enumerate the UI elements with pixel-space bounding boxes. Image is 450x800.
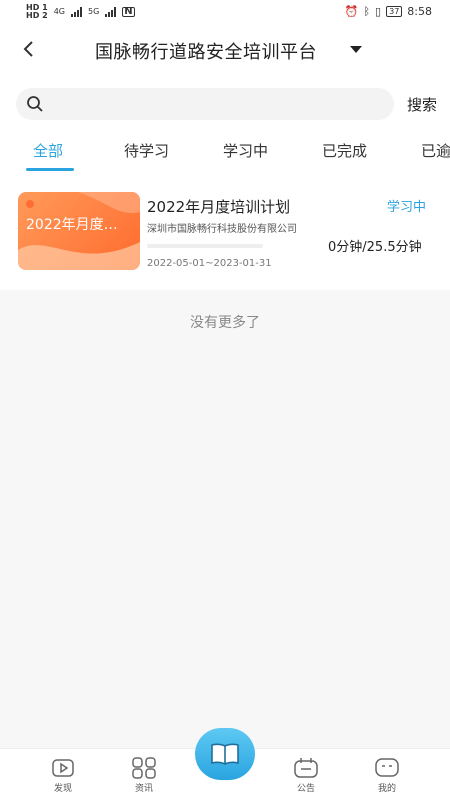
course-card[interactable]: 2022年月度… 2022年月度培训计划 学习中 深圳市国脉畅行科技股份有限公司…: [0, 178, 450, 290]
bluetooth-icon: ᛒ: [363, 5, 371, 18]
search-bar: 搜索: [0, 76, 450, 130]
status-time: 8:58: [407, 5, 432, 18]
network-4g-label: 4G: [53, 7, 65, 16]
course-title[interactable]: 2022年月度培训计划: [147, 196, 290, 217]
signal-1-icon: [70, 7, 82, 17]
tab-completed[interactable]: 已完成: [322, 140, 367, 161]
course-date-range: 2022-05-01~2023-01-31: [147, 258, 272, 269]
filter-tabs: 全部 待学习 学习中 已完成 已逾: [0, 130, 450, 178]
profile-icon: [375, 758, 399, 777]
search-box[interactable]: [16, 88, 394, 120]
nav-label-profile: 我的: [377, 784, 396, 794]
tab-to-learn[interactable]: 待学习: [124, 140, 169, 161]
search-button[interactable]: 搜索: [407, 94, 437, 115]
nav-item-news[interactable]: 资讯: [114, 757, 174, 794]
nav-item-discover[interactable]: 发现: [33, 757, 93, 794]
status-bar: HD 1 HD 2 4G 5G N ⏰ ᛒ ▯ 37 8:58: [0, 0, 450, 26]
active-tab-indicator: [26, 168, 74, 171]
book-icon: [211, 743, 239, 765]
nav-label-notice: 公告: [296, 784, 315, 794]
nfc-icon: N: [122, 6, 135, 17]
network-5g-label: 5G: [87, 7, 100, 16]
back-arrow-icon[interactable]: [18, 38, 40, 60]
course-study-time: 0分钟/25.5分钟: [328, 240, 422, 255]
tab-all[interactable]: 全部: [33, 140, 63, 161]
list-end-message: 没有更多了: [190, 315, 260, 331]
notice-icon: [294, 758, 318, 778]
course-organization: 深圳市国脉畅行科技股份有限公司: [147, 224, 297, 235]
nav-item-notice[interactable]: 公告: [276, 757, 336, 794]
thumbnail-text: 2022年月度…: [26, 217, 118, 233]
app-header: 国脉畅行道路安全培训平台: [0, 26, 450, 76]
course-thumbnail: 2022年月度…: [18, 192, 140, 270]
nav-label-discover: 发现: [53, 784, 72, 794]
tab-learning[interactable]: 学习中: [223, 140, 268, 161]
signal-2-icon: [105, 7, 117, 17]
status-bar-left: HD 1 HD 2 4G 5G N: [26, 4, 135, 20]
grid-icon: [132, 757, 156, 779]
search-input[interactable]: [52, 92, 382, 116]
nav-label-news: 资讯: [134, 784, 153, 794]
tab-overdue[interactable]: 已逾: [421, 140, 450, 161]
sim-2-label: HD 2: [26, 11, 48, 20]
nav-center-study-button[interactable]: [195, 728, 255, 780]
search-icon: [27, 96, 43, 112]
nav-item-profile[interactable]: 我的: [357, 757, 417, 794]
status-bar-right: ⏰ ᛒ ▯ 37 8:58: [345, 5, 432, 18]
play-icon: [52, 759, 74, 777]
battery-icon: 37: [386, 6, 403, 17]
alarm-icon: ⏰: [344, 5, 359, 18]
page-title[interactable]: 国脉畅行道路安全培训平台: [95, 38, 317, 64]
title-dropdown-caret-icon[interactable]: [350, 46, 362, 53]
sim-indicators: HD 1 HD 2: [26, 4, 48, 20]
vibrate-icon: ▯: [375, 5, 382, 18]
course-progress-bar: [147, 244, 263, 248]
course-status-badge: 学习中: [387, 200, 427, 215]
